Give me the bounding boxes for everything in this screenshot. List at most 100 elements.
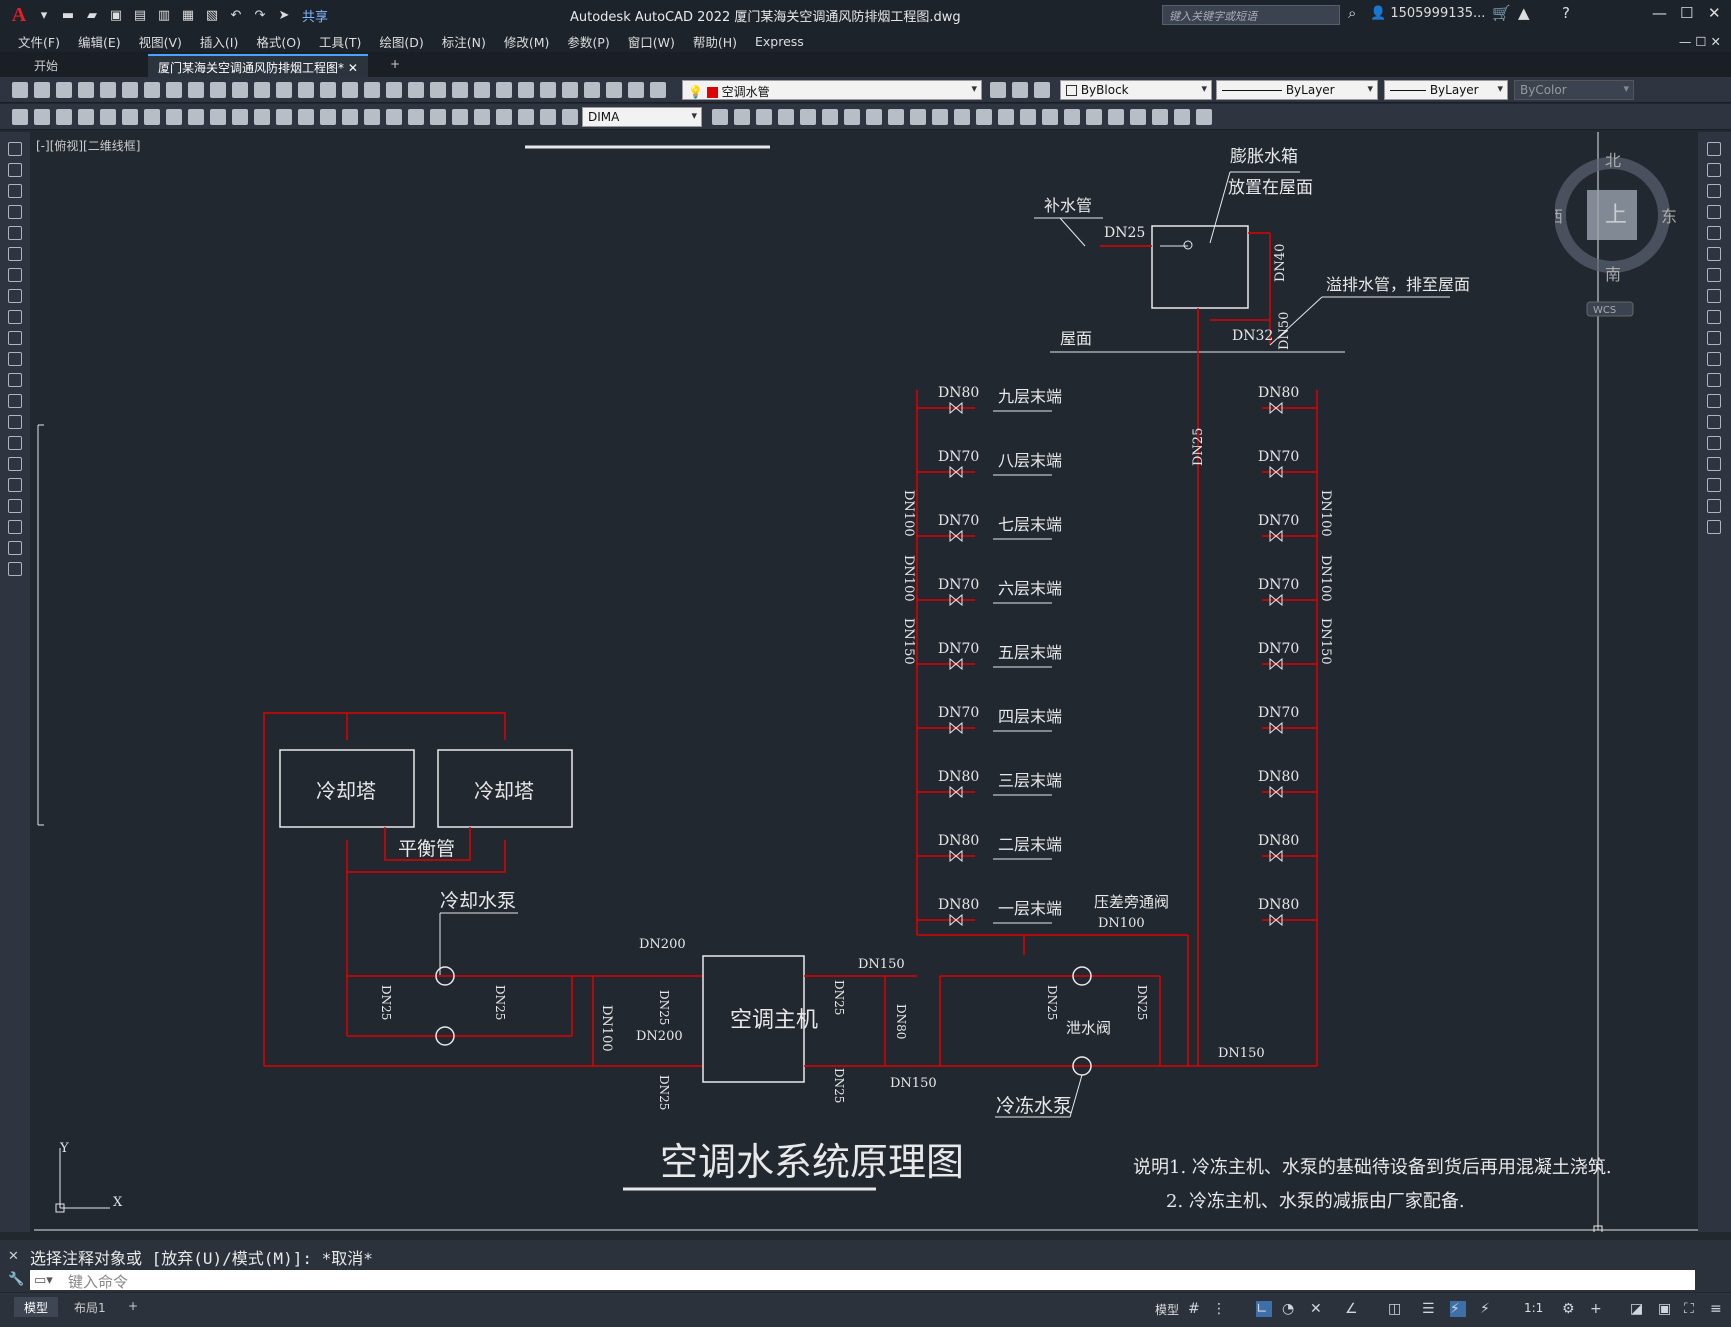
help-icon[interactable]: ?	[1562, 4, 1570, 22]
app-menu-arrow-icon[interactable]: ▾	[35, 6, 53, 24]
toolbar-tool-icon[interactable]	[606, 82, 622, 98]
plotstyle-dropdown[interactable]: ByColor ▾	[1514, 80, 1634, 100]
customization-icon[interactable]: ≡	[1710, 1301, 1726, 1317]
layer-dropdown[interactable]: 💡 空调水管 ▾	[682, 80, 982, 100]
annotation-scale[interactable]: 1:1	[1524, 1301, 1543, 1315]
workspace-gear-icon[interactable]: ⚙	[1562, 1301, 1578, 1317]
toolbar-tool-icon[interactable]	[1108, 109, 1124, 125]
fullscreen-icon[interactable]: ⛶	[1684, 1301, 1700, 1317]
toolbar-tool-icon[interactable]	[1152, 109, 1168, 125]
drawing-canvas[interactable]: 一一 一一 一一 一 膨胀水箱 放置在屋面 补水管 DN25 DN40 DN32…	[30, 132, 1698, 1232]
new-tab-icon[interactable]: +	[380, 54, 410, 77]
toolbar-tool-icon[interactable]	[188, 82, 204, 98]
toolbar-tool-icon[interactable]	[210, 109, 226, 125]
wcs-menu[interactable]: WCS	[1593, 305, 1616, 316]
help-search-input[interactable]: 键入关键字或短语	[1162, 5, 1340, 25]
modify-tool-icon[interactable]	[1707, 310, 1721, 324]
toolbar-tool-icon[interactable]	[452, 109, 468, 125]
modify-tool-icon[interactable]	[1707, 436, 1721, 450]
draw-tool-icon[interactable]	[8, 226, 22, 240]
draw-tool-icon[interactable]	[8, 457, 22, 471]
command-history-icon[interactable]: ▭▾	[34, 1273, 53, 1288]
draw-tool-icon[interactable]	[8, 268, 22, 282]
toolbar-tool-icon[interactable]	[34, 82, 50, 98]
toolbar-tool-icon[interactable]	[408, 82, 424, 98]
toolbar-tool-icon[interactable]	[1042, 109, 1058, 125]
viewcube-east[interactable]: 东	[1661, 207, 1677, 226]
draw-tool-icon[interactable]	[8, 541, 22, 555]
tab-active-drawing[interactable]: 厦门某海关空调通风防排烟工程图* ✕	[148, 54, 368, 77]
toolbar-tool-icon[interactable]	[100, 109, 116, 125]
toolbar-tool-icon[interactable]	[56, 109, 72, 125]
lineweight-dropdown[interactable]: ByLayer ▾	[1384, 80, 1508, 100]
toolbar-tool-icon[interactable]	[386, 109, 402, 125]
toolbar-tool-icon[interactable]	[518, 109, 534, 125]
menu-express[interactable]: Express	[755, 34, 804, 49]
draw-tool-icon[interactable]	[8, 415, 22, 429]
toolbar-tool-icon[interactable]	[12, 109, 28, 125]
menu-modify[interactable]: 修改(M)	[504, 32, 550, 51]
toolbar-tool-icon[interactable]	[232, 109, 248, 125]
draw-tool-icon[interactable]	[8, 331, 22, 345]
modify-tool-icon[interactable]	[1707, 247, 1721, 261]
toolbar-tool-icon[interactable]	[734, 109, 750, 125]
toolbar-tool-icon[interactable]	[210, 82, 226, 98]
toolbar-tool-icon[interactable]	[430, 82, 446, 98]
modify-tool-icon[interactable]	[1707, 184, 1721, 198]
menu-insert[interactable]: 插入(I)	[200, 32, 238, 51]
auto-scale-icon[interactable]: ⚡	[1480, 1301, 1496, 1317]
share-icon[interactable]: ➤	[275, 6, 293, 24]
toolbar-tool-icon[interactable]	[1196, 109, 1212, 125]
toolbar-tool-icon[interactable]	[954, 109, 970, 125]
toolbar-tool-icon[interactable]	[496, 82, 512, 98]
draw-tool-icon[interactable]	[8, 142, 22, 156]
toolbar-tool-icon[interactable]	[34, 109, 50, 125]
toolbar-tool-icon[interactable]	[386, 82, 402, 98]
toolbar-tool-icon[interactable]	[990, 82, 1006, 98]
saveas-icon[interactable]: ▤	[131, 6, 149, 24]
lineweight-icon[interactable]: ∠	[1345, 1301, 1361, 1317]
toolbar-tool-icon[interactable]	[342, 109, 358, 125]
modify-tool-icon[interactable]	[1707, 163, 1721, 177]
share-button[interactable]: 共享	[302, 6, 328, 25]
maximize-icon[interactable]: ☐	[1680, 4, 1693, 22]
toolbar-tool-icon[interactable]	[712, 109, 728, 125]
toolbar-tool-icon[interactable]	[474, 82, 490, 98]
draw-tool-icon[interactable]	[8, 310, 22, 324]
toolbar-tool-icon[interactable]	[430, 109, 446, 125]
draw-tool-icon[interactable]	[8, 520, 22, 534]
toolbar-tool-icon[interactable]	[1130, 109, 1146, 125]
toolbar-tool-icon[interactable]	[778, 109, 794, 125]
new-icon[interactable]: ▬	[59, 6, 77, 24]
modify-tool-icon[interactable]	[1707, 352, 1721, 366]
annotation-visibility-icon[interactable]: ⚡	[1450, 1301, 1466, 1317]
toolbar-tool-icon[interactable]	[320, 109, 336, 125]
ortho-icon[interactable]: ∟	[1256, 1301, 1272, 1317]
draw-tool-icon[interactable]	[8, 436, 22, 450]
toolbar-tool-icon[interactable]	[342, 82, 358, 98]
linetype-dropdown[interactable]: ByLayer ▾	[1216, 80, 1378, 100]
viewcube-west[interactable]: 西	[1547, 207, 1563, 226]
toolbar-tool-icon[interactable]	[320, 82, 336, 98]
toolbar-tool-icon[interactable]	[1064, 109, 1080, 125]
toolbar-tool-icon[interactable]	[166, 82, 182, 98]
modify-tool-icon[interactable]	[1707, 478, 1721, 492]
toolbar-tool-icon[interactable]	[254, 82, 270, 98]
toolbar-tool-icon[interactable]	[932, 109, 948, 125]
autocad-logo-icon[interactable]: A	[6, 2, 32, 28]
toolbar-tool-icon[interactable]	[888, 109, 904, 125]
add-layout-icon[interactable]: +	[118, 1297, 148, 1317]
draw-tool-icon[interactable]	[8, 373, 22, 387]
viewport-controls[interactable]: [-][俯视][二维线框]	[36, 137, 140, 154]
hardware-accel-icon[interactable]: ▣	[1658, 1301, 1674, 1317]
draw-tool-icon[interactable]	[8, 562, 22, 576]
toolbar-tool-icon[interactable]	[12, 82, 28, 98]
cad-drawing[interactable]: 一一 一一 一一 一 膨胀水箱 放置在屋面 补水管 DN25 DN40 DN32…	[30, 132, 1698, 1232]
toolbar-tool-icon[interactable]	[800, 109, 816, 125]
menu-view[interactable]: 视图(V)	[139, 32, 182, 51]
toolbar-tool-icon[interactable]	[1012, 82, 1028, 98]
toolbar-tool-icon[interactable]	[276, 82, 292, 98]
toolbar-tool-icon[interactable]	[474, 109, 490, 125]
toolbar-tool-icon[interactable]	[78, 109, 94, 125]
toolbar-tool-icon[interactable]	[866, 109, 882, 125]
